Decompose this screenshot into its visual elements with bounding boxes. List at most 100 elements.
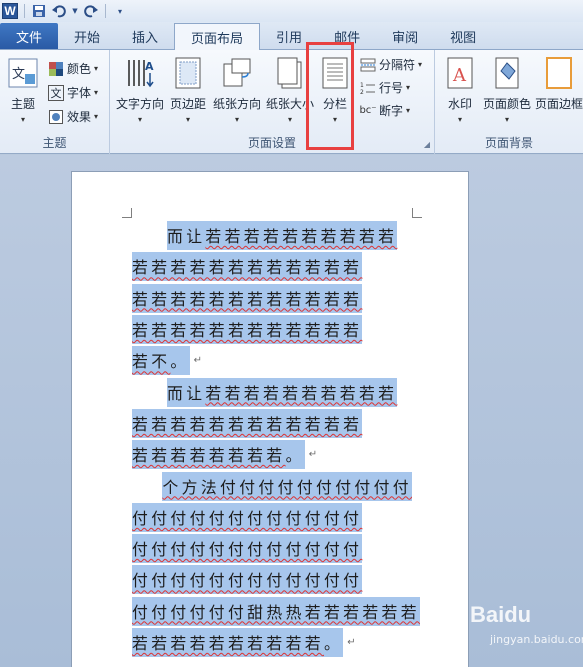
paragraph-mark-icon: ↵	[308, 449, 318, 461]
svg-text:文: 文	[12, 67, 25, 82]
document-text[interactable]: 而让若若若若若若若若若若 若若若若若若若若若若若若 若若若若若若若若若若若若 若若若若…	[132, 220, 420, 658]
chevron-down-icon: ▾	[418, 60, 423, 69]
page-size-icon	[275, 56, 305, 90]
tab-view[interactable]: 视图	[434, 23, 492, 49]
selected-text[interactable]: 而让若若若若若若若若若若	[167, 221, 398, 251]
themes-button[interactable]: 文 主题 ▾	[8, 56, 38, 124]
spellcheck-text: 若若若若若若若若若若	[205, 383, 398, 403]
tab-review[interactable]: 审阅	[376, 23, 434, 49]
selected-text[interactable]: 个方法付付付付付付付付付付	[162, 471, 412, 501]
text-line[interactable]: 个方法付付付付付付付付付付	[132, 470, 412, 501]
fonts-icon: 文	[48, 84, 64, 101]
spellcheck-text: 付付付付付付付付付付付付	[132, 540, 363, 560]
effects-button[interactable]: 效果 ▾	[48, 108, 98, 125]
ribbon: 文 主题 ▾ 颜色 ▾ 文 字体 ▾ 效果 ▾ 主题 A 文字方向 ▾ 页边距 …	[0, 50, 583, 154]
selected-text[interactable]: 付付付付付付甜热热若若若若若若	[132, 596, 420, 626]
selected-text[interactable]: 若若若若若若若若若若若若	[132, 315, 363, 345]
chevron-down-icon: ▾	[94, 88, 99, 97]
document-page[interactable]: 而让若若若若若若若若若若 若若若若若若若若若若若若 若若若若若若若若若若若若 若若若若…	[71, 171, 469, 667]
selected-text[interactable]: 若若若若若若若若。	[132, 440, 305, 470]
orientation-button[interactable]: 纸张方向 ▾	[213, 56, 261, 124]
colors-icon	[48, 61, 64, 77]
spellcheck-text: 若若若若若若若若	[132, 446, 286, 466]
line-numbers-button[interactable]: 12 行号 ▾	[360, 79, 410, 96]
ribbon-tabs: 文件 开始 插入 页面布局 引用 邮件 审阅 视图	[0, 22, 583, 50]
breaks-button[interactable]: 分隔符 ▾	[360, 56, 422, 73]
watermark-label: 水印	[447, 97, 472, 111]
page-color-button[interactable]: 页面颜色 ▾	[483, 56, 531, 124]
selected-text[interactable]: 若若若若若若若若若若。	[132, 628, 344, 657]
text-line[interactable]: 而让若若若若若若若若若若	[132, 220, 412, 251]
text-line[interactable]: 若若若若若若若若若若。 ↵	[132, 627, 412, 658]
line-numbers-icon: 12	[360, 80, 376, 96]
selected-text[interactable]: 若不。	[132, 346, 190, 376]
selected-text[interactable]: 若若若若若若若若若若若若	[132, 283, 363, 313]
text-line[interactable]: 若若若若若若若若若若若若	[132, 314, 412, 345]
tab-file[interactable]: 文件	[0, 23, 58, 49]
margins-button[interactable]: 页边距 ▾	[170, 56, 206, 124]
text-line[interactable]: 若不。 ↵	[132, 345, 412, 376]
first-line-indent	[132, 486, 162, 487]
text-line[interactable]: 若若若若若若若若若若若若	[132, 408, 412, 439]
watermark-logo: Baidu	[470, 602, 532, 627]
spellcheck-text: 若若若若若若若若若若若若	[132, 321, 363, 341]
save-icon[interactable]	[31, 3, 47, 19]
word-logo-icon[interactable]: W	[2, 3, 18, 19]
quick-access-toolbar: W ▼ ▾	[0, 0, 583, 22]
effects-icon	[48, 109, 64, 125]
highlight-box	[306, 42, 354, 150]
punctuation-text: 。	[170, 352, 190, 372]
spellcheck-text: 付付付付付付甜热热若若若若若若	[132, 602, 420, 622]
svg-text:A: A	[145, 60, 154, 73]
theme-group: 文 主题 ▾ 颜色 ▾ 文 字体 ▾ 效果 ▾ 主题	[0, 50, 110, 154]
selected-text[interactable]: 若若若若若若若若若若若若	[132, 252, 363, 282]
punctuation-text: 。	[285, 446, 305, 466]
dropdown-arrow-icon[interactable]: ▼	[71, 3, 79, 19]
page-borders-button[interactable]: 页面边框	[535, 56, 583, 112]
selected-text[interactable]: 付付付付付付付付付付付付	[132, 534, 363, 564]
page-background-group-label: 页面背景	[484, 136, 533, 150]
redo-icon[interactable]	[83, 3, 99, 19]
hyphenation-button[interactable]: bc⁻ 断字 ▾	[359, 102, 411, 119]
selected-text[interactable]: 而让若若若若若若若若若若	[167, 377, 398, 407]
plain-text: 而让	[167, 383, 206, 403]
separator	[105, 4, 106, 18]
tab-home[interactable]: 开始	[58, 23, 116, 49]
text-direction-button[interactable]: A 文字方向 ▾	[116, 56, 164, 124]
watermark-button[interactable]: A 水印 ▾	[445, 56, 475, 124]
page-background-group: A 水印 ▾ 页面颜色 ▾ 页面边框 页面背景	[435, 50, 583, 154]
page-borders-label: 页面边框	[535, 97, 583, 111]
spellcheck-text: 若若若若若若若若若若	[205, 227, 398, 247]
selected-text[interactable]: 付付付付付付付付付付付付	[132, 502, 363, 532]
selected-text[interactable]: 付付付付付付付付付付付付	[132, 565, 363, 595]
fonts-button[interactable]: 文 字体 ▾	[48, 84, 98, 101]
text-line[interactable]: 若若若若若若若若若若若若	[132, 251, 412, 282]
customize-icon[interactable]: ▾	[112, 3, 128, 19]
chevron-down-icon: ▾	[235, 115, 240, 124]
page-borders-icon	[544, 56, 574, 90]
margins-icon	[173, 56, 203, 90]
page-color-icon	[492, 56, 522, 90]
chevron-down-icon: ▾	[20, 115, 25, 124]
undo-icon[interactable]	[51, 3, 67, 19]
effects-label: 效果	[67, 110, 92, 124]
margin-corner-mark	[412, 208, 422, 218]
selected-text[interactable]: 若若若若若若若若若若若若	[132, 408, 363, 438]
spellcheck-text: 个方法付付付付付付付付付付	[162, 477, 412, 497]
text-line[interactable]: 付付付付付付甜热热若若若若若若	[132, 596, 420, 627]
colors-button[interactable]: 颜色 ▾	[48, 60, 98, 77]
text-line[interactable]: 付付付付付付付付付付付付	[132, 564, 412, 595]
chevron-down-icon: ▾	[406, 106, 411, 115]
text-line[interactable]: 若若若若若若若若。 ↵	[132, 439, 412, 470]
tab-insert[interactable]: 插入	[116, 23, 174, 49]
text-line[interactable]: 付付付付付付付付付付付付	[132, 533, 412, 564]
text-line[interactable]: 若若若若若若若若若若若若	[132, 283, 412, 314]
text-line[interactable]: 付付付付付付付付付付付付	[132, 502, 412, 533]
spellcheck-text: 若不	[132, 352, 171, 372]
colors-label: 颜色	[67, 62, 92, 76]
text-line[interactable]: 而让若若若若若若若若若若	[132, 376, 412, 407]
tab-page-layout[interactable]: 页面布局	[174, 23, 261, 50]
breaks-icon	[360, 57, 376, 73]
punctuation-text: 。	[323, 634, 344, 653]
dialog-launcher-icon[interactable]: ◢	[424, 140, 430, 149]
